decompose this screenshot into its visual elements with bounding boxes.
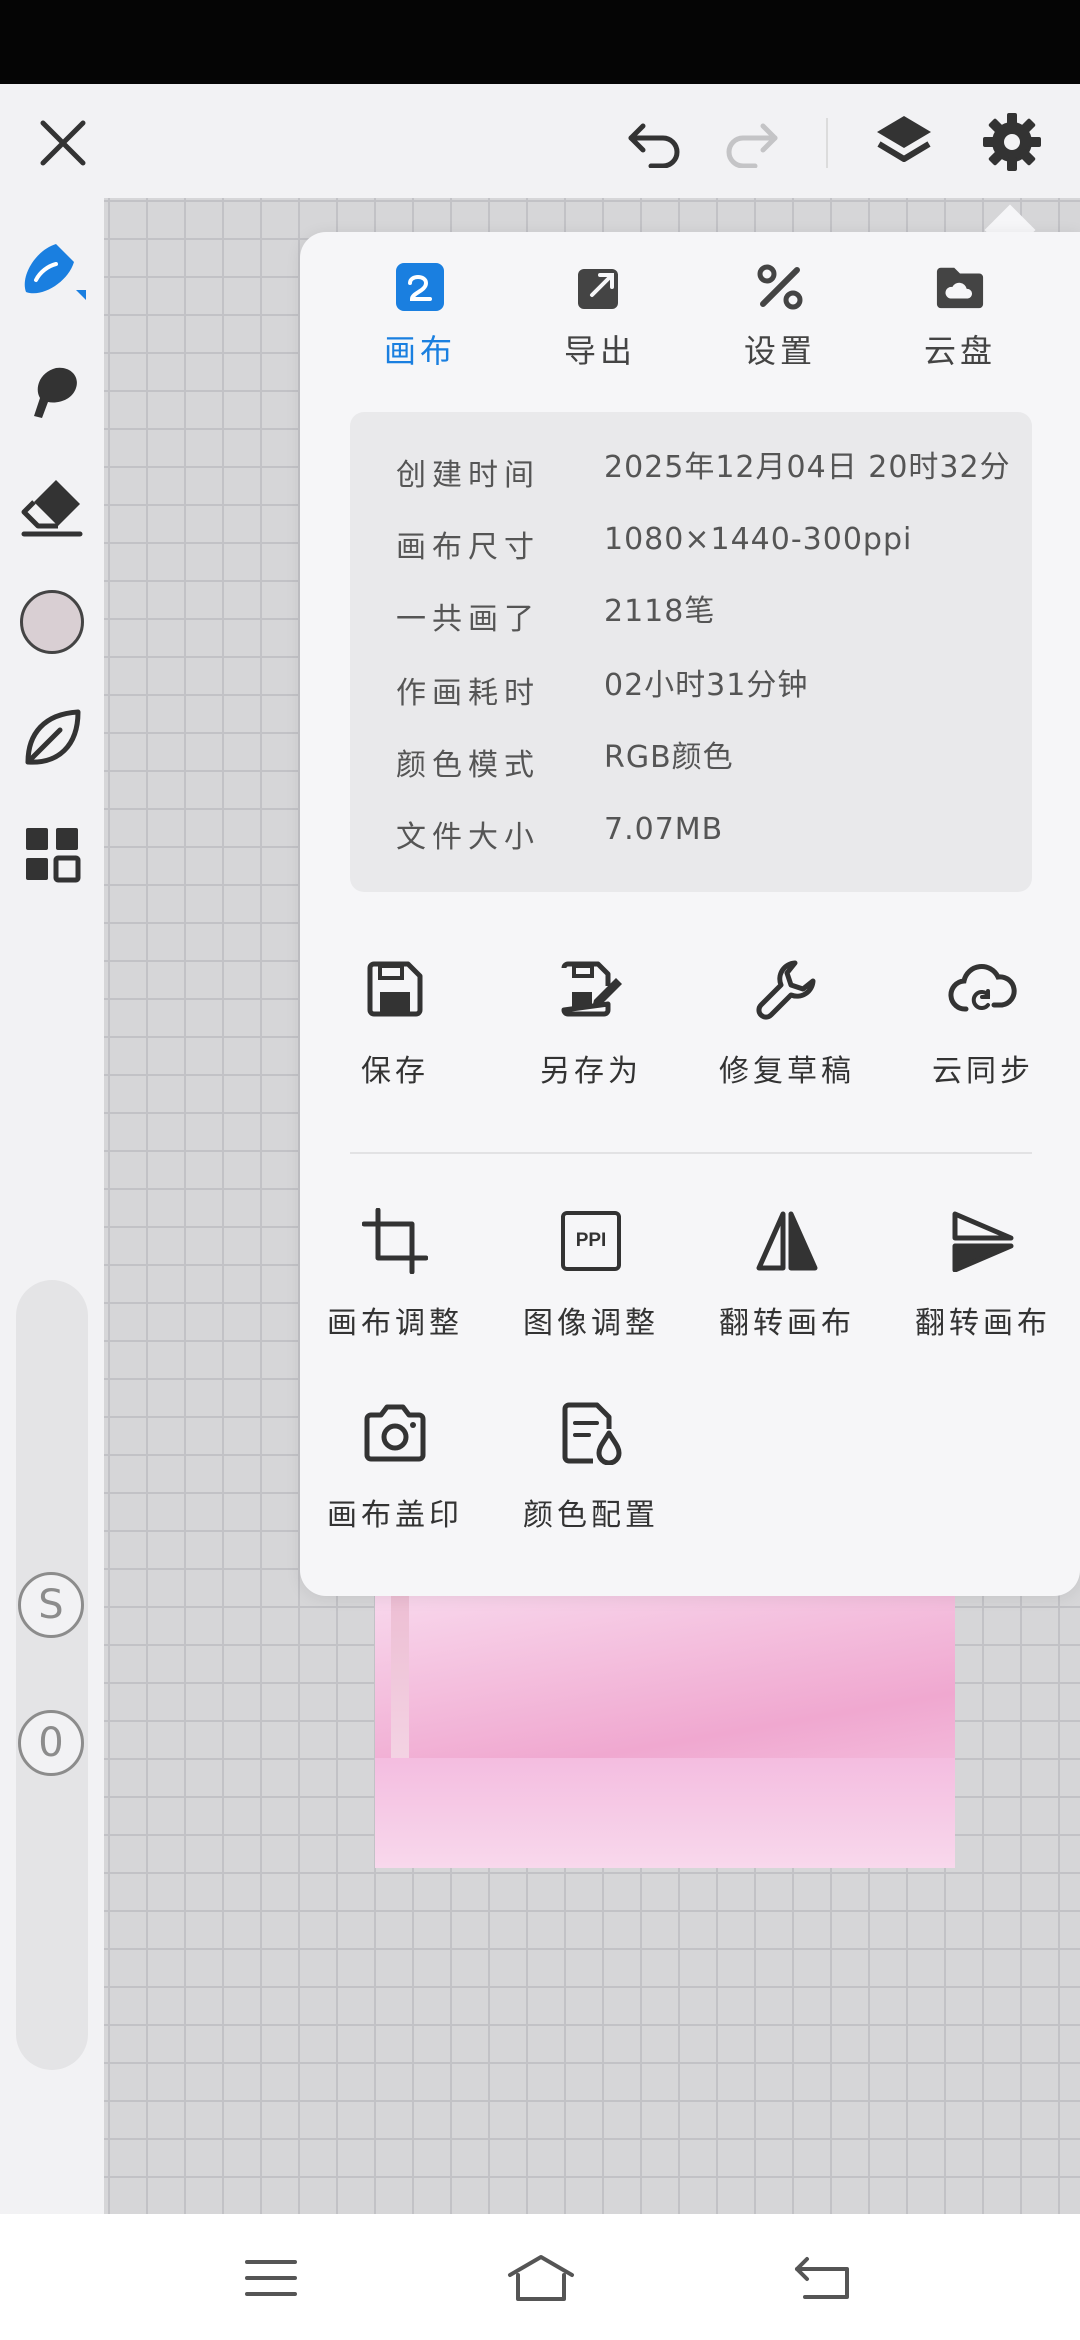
info-row-color-mode: 颜色模式 RGB颜色 [350, 730, 1032, 790]
camera-icon [360, 1398, 430, 1468]
info-label: 创建时间 [396, 458, 540, 493]
info-value: RGB颜色 [604, 740, 734, 775]
redo-icon[interactable] [718, 110, 784, 176]
tab-export[interactable]: 导出 [540, 262, 660, 402]
zero-button[interactable]: 0 [18, 1710, 84, 1776]
info-row-file-size: 文件大小 7.07MB [350, 802, 1032, 862]
action-label: 图像调整 [523, 1306, 659, 1341]
ppi-icon-text: PPI [561, 1211, 621, 1271]
tab-canvas[interactable]: 画布 [360, 262, 480, 402]
s-button[interactable]: S [18, 1572, 84, 1638]
panel-tabs: 画布 导出 设置 云盘 [300, 262, 1080, 402]
canvas-settings-panel: 画布 导出 设置 云盘 创建时间 2025年12月04日 20时32分 画布尺寸… [300, 232, 1080, 1596]
left-toolbar: S 0 [0, 198, 104, 2214]
canvas-adjust-button[interactable]: 画布调整 [300, 1206, 490, 1356]
settings-icon[interactable] [976, 106, 1048, 178]
smudge-icon[interactable] [14, 352, 90, 428]
tab-label: 导出 [563, 332, 636, 370]
toolbar-divider [826, 118, 828, 168]
undo-icon[interactable] [622, 110, 688, 176]
info-row-strokes: 一共画了 2118笔 [350, 584, 1032, 644]
save-icon [360, 954, 430, 1024]
flip-vertical-icon [948, 1206, 1018, 1276]
settings-tools-icon [755, 262, 805, 312]
crop-icon [360, 1206, 430, 1276]
info-label: 一共画了 [396, 602, 540, 637]
canvas-icon [395, 262, 445, 312]
action-label: 云同步 [932, 1054, 1034, 1089]
action-label: 另存为 [540, 1054, 642, 1089]
flip-horizontal-icon [752, 1206, 822, 1276]
image-adjust-button[interactable]: PPI 图像调整 [496, 1206, 686, 1356]
info-label: 颜色模式 [396, 748, 540, 783]
flip-canvas-vertical-button[interactable]: 翻转画布 [888, 1206, 1078, 1356]
info-row-size: 画布尺寸 1080×1440-300ppi [350, 512, 1032, 572]
brush-icon[interactable] [14, 234, 90, 310]
tab-cloud-drive[interactable]: 云盘 [900, 262, 1020, 402]
export-icon [575, 262, 625, 312]
color-swatch[interactable] [14, 584, 90, 660]
tab-label: 画布 [383, 332, 456, 370]
action-label: 画布盖印 [327, 1498, 463, 1533]
info-label: 文件大小 [396, 820, 540, 855]
cloud-sync-icon [948, 954, 1018, 1024]
cloud-drive-icon [935, 262, 985, 312]
tab-settings[interactable]: 设置 [720, 262, 840, 402]
cloud-sync-button[interactable]: 云同步 [888, 954, 1078, 1104]
top-toolbar [0, 84, 1080, 198]
save-as-button[interactable]: 另存为 [496, 954, 686, 1104]
info-value: 02小时31分钟 [604, 668, 809, 703]
info-label: 作画耗时 [396, 676, 540, 711]
panel-divider [350, 1152, 1032, 1154]
info-row-duration: 作画耗时 02小时31分钟 [350, 658, 1032, 718]
action-label: 保存 [361, 1054, 429, 1089]
repair-draft-button[interactable]: 修复草稿 [692, 954, 882, 1104]
action-label: 画布调整 [327, 1306, 463, 1341]
layers-icon[interactable] [868, 106, 940, 178]
ppi-icon: PPI [556, 1206, 626, 1276]
canvas-info-box: 创建时间 2025年12月04日 20时32分 画布尺寸 1080×1440-3… [350, 412, 1032, 892]
grid-icon[interactable] [14, 816, 90, 892]
info-value: 1080×1440-300ppi [604, 522, 913, 557]
info-value: 2025年12月04日 20时32分 [604, 450, 1011, 485]
eraser-icon[interactable] [14, 468, 90, 544]
current-color-circle [20, 590, 84, 654]
leaf-icon[interactable] [14, 700, 90, 776]
action-label: 修复草稿 [719, 1054, 855, 1089]
color-profile-button[interactable]: 颜色配置 [496, 1398, 686, 1548]
info-value: 2118笔 [604, 594, 716, 629]
status-bar [0, 0, 1080, 84]
tab-label: 云盘 [923, 332, 996, 370]
action-label: 翻转画布 [719, 1306, 855, 1341]
save-as-icon [556, 954, 626, 1024]
info-value: 7.07MB [604, 812, 724, 847]
menu-icon[interactable] [236, 2248, 306, 2308]
info-row-created: 创建时间 2025年12月04日 20时32分 [350, 440, 1032, 500]
system-nav-bar [0, 2214, 1080, 2340]
brush-size-slider[interactable] [16, 1280, 88, 2070]
action-label: 颜色配置 [523, 1498, 659, 1533]
back-icon[interactable] [788, 2248, 858, 2308]
flip-canvas-horizontal-button[interactable]: 翻转画布 [692, 1206, 882, 1356]
color-profile-icon [556, 1398, 626, 1468]
save-button[interactable]: 保存 [300, 954, 490, 1104]
action-label: 翻转画布 [915, 1306, 1051, 1341]
tab-label: 设置 [743, 332, 816, 370]
canvas-stamp-button[interactable]: 画布盖印 [300, 1398, 490, 1548]
home-icon[interactable] [506, 2248, 576, 2308]
repair-icon [752, 954, 822, 1024]
close-icon[interactable] [30, 110, 96, 176]
info-label: 画布尺寸 [396, 530, 540, 565]
